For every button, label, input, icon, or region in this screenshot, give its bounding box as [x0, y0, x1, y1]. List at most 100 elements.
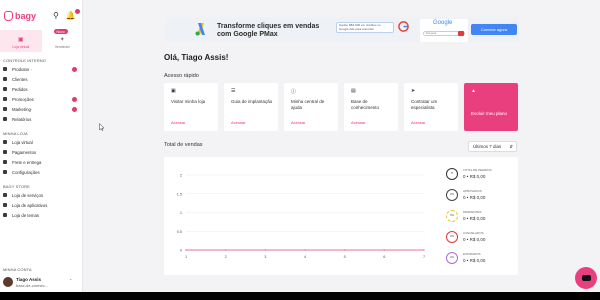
sidebar-item-relatorios[interactable]: Relatórios — [3, 115, 77, 123]
new-badge: Novo — [53, 29, 68, 34]
sales-chart-panel: 2 1.5 1 0.5 0 1 2 3 4 5 6 7 ☰ TOTAL DE PEDIDOS 0 • … — [164, 157, 518, 275]
status-row-aprovados: 0% APROVADOS 0 • R$ 0,00 — [446, 187, 516, 207]
status-value: 0 • R$ 0,00 — [463, 258, 486, 263]
megaphone-icon — [3, 107, 7, 111]
card-visitar-loja[interactable]: ▣ Visitar minha loja Acessar — [164, 83, 218, 131]
sidebar-item-marketing[interactable]: Marketing ⌄ — [3, 105, 77, 113]
card-link[interactable]: Acessar — [351, 120, 365, 125]
account-name: Tiago Assis — [16, 277, 42, 282]
sidebar-item-promocoes[interactable]: Promoções ⌄ — [3, 95, 77, 103]
bagy-logo[interactable]: bagy — [4, 11, 36, 21]
chart-x-tick-label: 1 — [185, 255, 187, 259]
avatar[interactable] — [3, 277, 13, 287]
bell-icon[interactable]: 🔔 — [66, 9, 80, 20]
card-base-conhecimento[interactable]: ▤ Base de conhecimento Acessar — [344, 83, 398, 131]
chart-y-tick-label: 1.5 — [177, 192, 182, 196]
sidebar-item-loja-temas[interactable]: Loja de temas — [3, 211, 77, 219]
chevron-down-icon: ⌄ — [30, 107, 33, 111]
sidebar-item-label: Frete e entrega — [12, 159, 42, 165]
google-g-icon — [398, 21, 409, 32]
status-label: EXPIRADOS — [463, 252, 481, 256]
sidebar-item-pedidos[interactable]: Pedidos — [3, 85, 77, 93]
status-label: CANCELADOS — [463, 231, 484, 235]
banner-cta-button[interactable]: Comece agora — [471, 24, 517, 35]
sidebar-item-produtos[interactable]: Produtos ⌄ — [3, 65, 77, 73]
store-icon: ▣ — [171, 88, 176, 94]
card-link[interactable]: Acessar — [411, 120, 425, 125]
status-value: 0 • R$ 0,00 — [463, 174, 486, 179]
chevron-down-icon: ⌄ — [30, 67, 33, 71]
google-ads-icon — [195, 23, 205, 36]
card-text: Base de conhecimento — [351, 99, 380, 110]
card-text: Visitar minha loja — [171, 99, 206, 104]
main-content: Transforme cliques em vendas com Google … — [84, 0, 600, 292]
chat-button[interactable] — [575, 267, 597, 289]
sidebar-item-frete[interactable]: Frete e entrega — [3, 158, 77, 166]
status-row-expirados: 0% EXPIRADOS 0 • R$ 0,00 — [446, 250, 516, 270]
chart-x-tick-label: 3 — [264, 255, 266, 259]
tab-vendedor[interactable]: Novo ✦ Vendedor — [42, 29, 84, 52]
alert-dot — [72, 66, 77, 72]
status-ring: 0% — [446, 189, 458, 201]
chart-y-tick-label: 2 — [180, 174, 182, 178]
sidebar-item-label: Pagamentos — [12, 149, 37, 155]
notification-dot — [74, 9, 80, 14]
bag-icon — [4, 11, 13, 21]
tab-loja-virtual[interactable]: ▣ Loja virtual — [0, 30, 42, 52]
status-value: 0 • R$ 0,00 — [463, 216, 486, 221]
card-guia-implantacao[interactable]: ☰ Guia de implantação Acessar — [224, 83, 278, 131]
card-link[interactable]: Acessar — [291, 120, 305, 125]
card-central-ajuda[interactable]: ⓘ Minha central de ajuda Acessar — [284, 83, 338, 131]
account-store: base-de-conhec... — [16, 283, 49, 288]
section-title-store: MINHA LOJA — [3, 131, 28, 136]
store-icon: ▣ — [17, 37, 24, 43]
page-title: Olá, Tiago Assis! — [164, 53, 229, 62]
section-title-account: MINHA CONTA — [3, 267, 32, 272]
sidebar-item-loja-servicos[interactable]: Loja de serviços — [3, 191, 77, 199]
chart-y-tick-label: 0.5 — [177, 230, 182, 234]
card-link[interactable]: Acessar — [231, 120, 245, 125]
google-wordmark: Google — [433, 20, 452, 26]
card-contratar-especialista[interactable]: ➤ Contratar um especialista Acessar — [404, 83, 458, 131]
tab-label: Loja virtual — [12, 45, 30, 49]
card-link[interactable]: Acessar — [171, 120, 185, 125]
status-row-cancelados: 0% CANCELADOS 0 • R$ 0,00 — [446, 229, 516, 249]
sidebar-item-label: Clientes — [12, 76, 28, 82]
card-text: Contratar um especialista — [411, 99, 438, 110]
chart-point — [225, 249, 227, 251]
google-pmax-banner[interactable]: Transforme cliques em vendas com Google … — [165, 17, 519, 42]
period-select[interactable]: Últimos 7 dias ⇵ — [468, 141, 517, 152]
section-title-bagy-store: BAGY STORE — [3, 184, 30, 189]
period-select-value: Últimos 7 dias — [473, 144, 502, 149]
search-icon[interactable]: ⚲ — [53, 12, 59, 20]
section-title-management: CONTROLE INTERNO — [3, 58, 46, 63]
sidebar-item-configuracoes[interactable]: Configurações — [3, 168, 77, 176]
apps-icon — [3, 203, 7, 207]
status-row-pendentes: 0% PENDENTES 0 • R$ 0,00 — [446, 208, 516, 228]
mouse-cursor-icon — [99, 123, 105, 131]
google-search-preview: Google Pesquisa — [420, 19, 468, 42]
tab-label: Vendedor — [54, 45, 70, 49]
account-panel[interactable]: MINHA CONTA Tiago Assis base-de-conhec..… — [0, 264, 83, 292]
sidebar-item-clientes[interactable]: Clientes — [3, 75, 77, 83]
chart-point — [304, 249, 306, 251]
tag-icon — [3, 67, 7, 71]
list-icon: ☰ — [446, 168, 458, 180]
card-evoluir-plano[interactable]: ▲ Evoluir meu plano — [464, 83, 518, 131]
chart-point — [423, 249, 425, 251]
sidebar-item-loja-aplicativos[interactable]: Loja de aplicativos — [3, 201, 77, 209]
status-ring: 0% — [446, 210, 458, 222]
sidebar-item-label: Configurações — [12, 169, 40, 175]
status-ring: 0% — [446, 252, 458, 264]
chart-y-tick-label: 0 — [180, 249, 182, 253]
sidebar-item-pagamentos[interactable]: Pagamentos — [3, 148, 77, 156]
chart-point — [264, 249, 266, 251]
chevron-up-icon[interactable]: ⌃ — [69, 278, 72, 283]
chevron-updown-icon: ⇵ — [509, 144, 513, 149]
status-label: APROVADOS — [463, 189, 482, 193]
total-sales-title: Total de vendas — [164, 142, 203, 148]
header-icons: ⚲ 🔔 — [53, 9, 80, 20]
chart-x-tick-label: 2 — [225, 255, 227, 259]
quick-access-cards: ▣ Visitar minha loja Acessar ☰ Guia de i… — [164, 83, 518, 131]
sidebar-item-loja-virtual[interactable]: Loja virtual — [3, 138, 77, 146]
